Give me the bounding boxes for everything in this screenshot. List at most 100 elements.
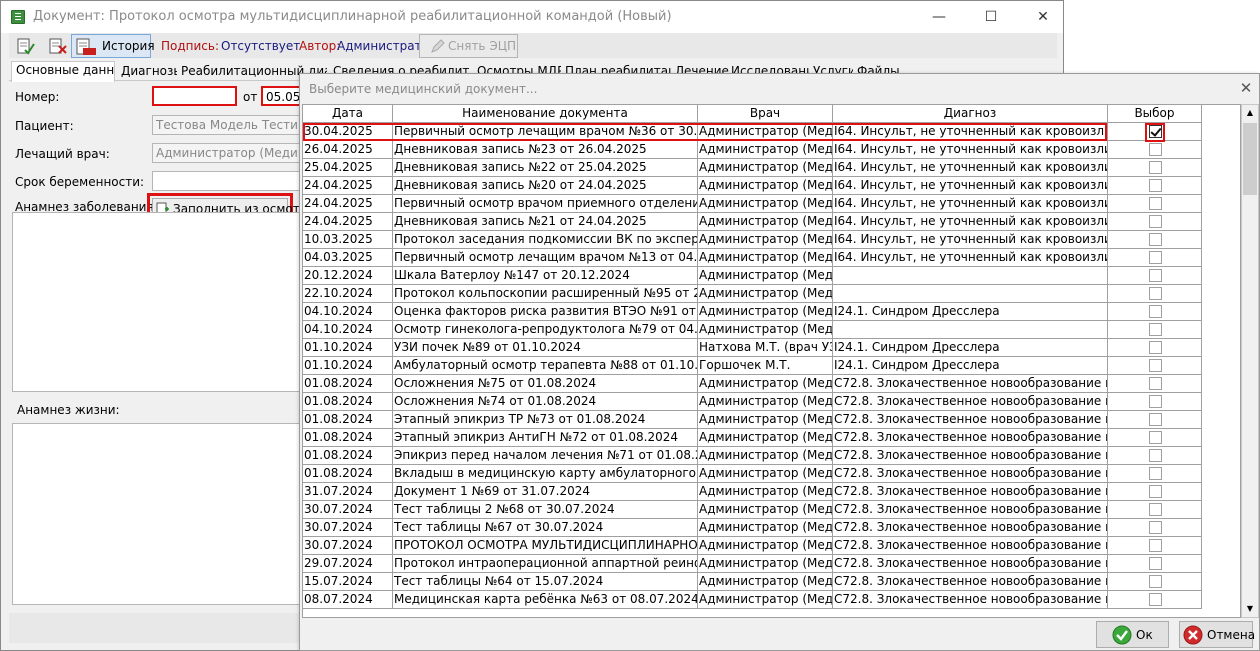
tab-diagnoses[interactable]: Диагнозы bbox=[117, 63, 177, 81]
column-header-name[interactable]: Наименование документа bbox=[393, 105, 698, 123]
disease-anamnesis-textarea[interactable] bbox=[12, 212, 312, 392]
select-checkbox[interactable] bbox=[1149, 377, 1162, 390]
cell-doctor: Администратор (Медицин bbox=[698, 177, 833, 195]
select-checkbox[interactable] bbox=[1149, 323, 1162, 336]
attending-doctor-field[interactable]: Администратор (Медици bbox=[152, 143, 313, 163]
remove-ecp-button[interactable]: Снять ЭЦП bbox=[419, 34, 518, 58]
cell-date: 01.08.2024 bbox=[303, 447, 393, 465]
select-checkbox[interactable] bbox=[1149, 359, 1162, 372]
select-checkbox[interactable] bbox=[1149, 143, 1162, 156]
cell-document-name: Этапный эпикриз ТР №73 от 01.08.2024 bbox=[393, 411, 698, 429]
cell-date: 04.03.2025 bbox=[303, 249, 393, 267]
attending-doctor-label: Лечащий врач: bbox=[15, 147, 110, 161]
cell-date: 01.08.2024 bbox=[303, 465, 393, 483]
column-header-date[interactable]: Дата bbox=[303, 105, 393, 123]
tab-main-data[interactable]: Основные данные bbox=[11, 61, 115, 82]
window-title: Документ: Протокол осмотра мультидисципл… bbox=[33, 9, 672, 24]
cell-document-name: Тест таблицы №64 от 15.07.2024 bbox=[393, 573, 698, 591]
cell-document-name: Амбулаторный осмотр терапевта №88 от 01.… bbox=[393, 357, 698, 375]
select-checkbox[interactable] bbox=[1149, 413, 1162, 426]
pregnancy-term-input[interactable] bbox=[152, 171, 313, 191]
select-checkbox[interactable] bbox=[1149, 449, 1162, 462]
select-checkbox[interactable] bbox=[1149, 161, 1162, 174]
scroll-down-arrow-icon[interactable]: ▼ bbox=[1242, 601, 1258, 617]
select-checkbox[interactable] bbox=[1149, 395, 1162, 408]
select-checkbox[interactable] bbox=[1149, 215, 1162, 228]
cell-select bbox=[1108, 159, 1202, 177]
select-checkbox[interactable] bbox=[1149, 179, 1162, 192]
cell-doctor: Администратор (Медицин bbox=[698, 141, 833, 159]
sign-document-button[interactable] bbox=[11, 34, 39, 58]
cell-select bbox=[1108, 213, 1202, 231]
ok-button[interactable]: Ок bbox=[1096, 621, 1169, 648]
unsign-document-button[interactable] bbox=[43, 34, 71, 58]
cell-diagnosis bbox=[833, 285, 1108, 303]
select-checkbox[interactable] bbox=[1149, 521, 1162, 534]
column-header-select[interactable]: Выбор bbox=[1108, 105, 1202, 123]
cell-document-name: Дневниковая запись №20 от 24.04.2025 bbox=[393, 177, 698, 195]
cell-diagnosis: C72.8. Злокачественное новообразование г… bbox=[833, 501, 1108, 519]
select-checkbox[interactable] bbox=[1149, 269, 1162, 282]
cell-doctor: Администратор (Медицин bbox=[698, 285, 833, 303]
cell-date: 30.07.2024 bbox=[303, 519, 393, 537]
cell-document-name: Осмотр гинеколога-репродуктолога №79 от … bbox=[393, 321, 698, 339]
number-input[interactable] bbox=[152, 86, 237, 106]
select-checkbox[interactable] bbox=[1149, 557, 1162, 570]
cell-diagnosis: I64. Инсульт, не уточненный как кровоизл… bbox=[833, 123, 1108, 141]
select-checkbox[interactable] bbox=[1149, 251, 1162, 264]
cell-select bbox=[1108, 447, 1202, 465]
cell-doctor: Администратор (Медицин bbox=[698, 537, 833, 555]
select-checkbox[interactable] bbox=[1149, 305, 1162, 318]
maximize-button[interactable]: ☐ bbox=[981, 7, 1001, 27]
select-checkbox[interactable] bbox=[1149, 125, 1162, 138]
history-button[interactable]: История bbox=[71, 34, 155, 58]
cell-diagnosis: I64. Инсульт, не уточненный как кровоизл… bbox=[833, 159, 1108, 177]
cell-date: 15.07.2024 bbox=[303, 573, 393, 591]
select-checkbox[interactable] bbox=[1149, 197, 1162, 210]
dialog-close-button[interactable]: ✕ bbox=[1236, 78, 1256, 98]
select-checkbox[interactable] bbox=[1149, 485, 1162, 498]
cell-date: 24.04.2025 bbox=[303, 195, 393, 213]
patient-field[interactable]: Тестова Модель Тестик bbox=[152, 115, 313, 135]
cell-date: 08.07.2024 bbox=[303, 591, 393, 609]
cell-document-name: Тест таблицы 2 №68 от 30.07.2024 bbox=[393, 501, 698, 519]
cell-document-name: Осложнения №74 от 01.08.2024 bbox=[393, 393, 698, 411]
scroll-thumb[interactable] bbox=[1243, 123, 1257, 195]
cell-select bbox=[1108, 519, 1202, 537]
select-checkbox[interactable] bbox=[1149, 287, 1162, 300]
cell-diagnosis: C72.8. Злокачественное новообразование г… bbox=[833, 429, 1108, 447]
select-checkbox[interactable] bbox=[1149, 431, 1162, 444]
cancel-cross-icon bbox=[1183, 625, 1203, 645]
cell-document-name: Тест таблицы №67 от 30.07.2024 bbox=[393, 519, 698, 537]
column-header-diagnosis[interactable]: Диагноз bbox=[833, 105, 1108, 123]
select-checkbox[interactable] bbox=[1149, 539, 1162, 552]
cell-doctor: Администратор (Медицин bbox=[698, 483, 833, 501]
cell-date: 31.07.2024 bbox=[303, 483, 393, 501]
minimize-button[interactable]: — bbox=[929, 7, 949, 27]
cell-doctor: Администратор (Медицин bbox=[698, 591, 833, 609]
life-anamnesis-textarea[interactable] bbox=[12, 423, 312, 605]
cell-doctor: Администратор (Медицин bbox=[698, 519, 833, 537]
select-checkbox[interactable] bbox=[1149, 593, 1162, 606]
select-checkbox[interactable] bbox=[1149, 233, 1162, 246]
cell-doctor: Администратор (Медицин bbox=[698, 501, 833, 519]
cancel-button[interactable]: Отмена bbox=[1179, 621, 1256, 648]
cancel-label: Отмена bbox=[1207, 628, 1256, 642]
select-checkbox[interactable] bbox=[1149, 503, 1162, 516]
cell-document-name: Дневниковая запись №21 от 24.04.2025 bbox=[393, 213, 698, 231]
select-checkbox[interactable] bbox=[1149, 575, 1162, 588]
cell-date: 10.03.2025 bbox=[303, 231, 393, 249]
column-header-doctor[interactable]: Врач bbox=[698, 105, 833, 123]
cell-select bbox=[1108, 285, 1202, 303]
select-checkbox[interactable] bbox=[1149, 341, 1162, 354]
close-button[interactable]: ✕ bbox=[1033, 7, 1053, 27]
main-form: Номер: от 05.05. Пациент: Тестова Модель… bbox=[9, 81, 315, 611]
scroll-up-arrow-icon[interactable]: ▲ bbox=[1242, 105, 1258, 121]
history-label: История bbox=[102, 39, 155, 53]
select-checkbox[interactable] bbox=[1149, 467, 1162, 480]
grid-vertical-scrollbar[interactable]: ▲ ▼ bbox=[1241, 104, 1259, 618]
cell-select bbox=[1108, 483, 1202, 501]
cell-document-name: Документ 1 №69 от 31.07.2024 bbox=[393, 483, 698, 501]
history-log-icon bbox=[76, 38, 96, 55]
cell-date: 04.10.2024 bbox=[303, 303, 393, 321]
